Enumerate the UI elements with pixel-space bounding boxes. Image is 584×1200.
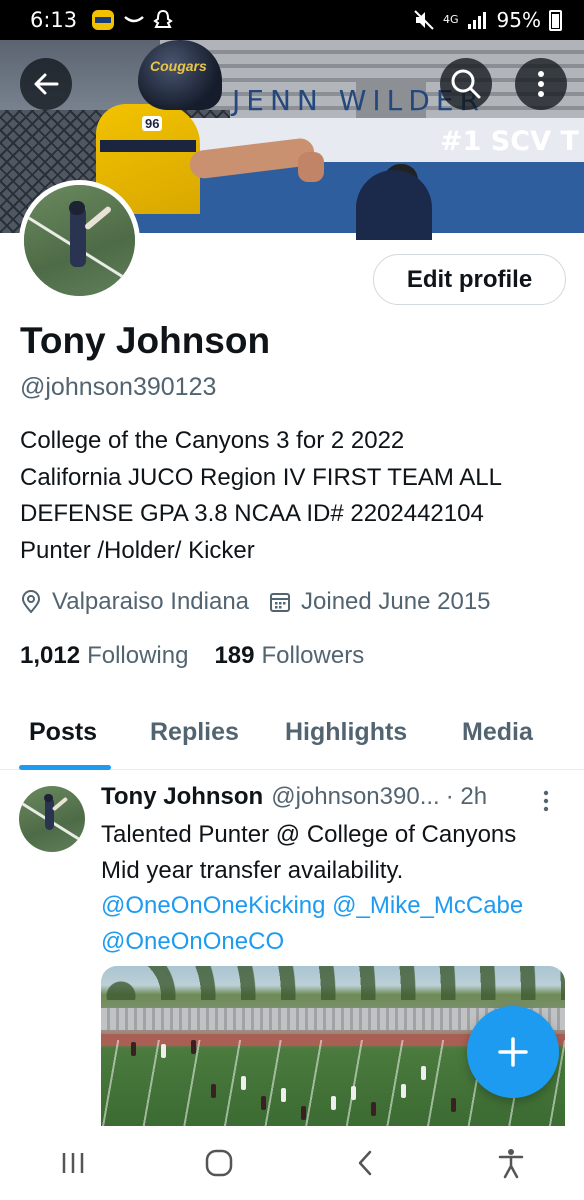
followers-count: 189 [214,642,255,669]
joined-text: Joined June 2015 [301,588,491,615]
more-vertical-icon [538,71,544,97]
amazon-icon [123,13,145,27]
follow-stats: 1,012 Following 189 Followers [20,642,364,670]
tweet-author-handle[interactable]: @johnson390... [271,783,439,811]
tweet-line-2: Mid year transfer availability. [101,856,404,884]
status-time: 6:13 [30,8,78,32]
profile-name: Tony Johnson [20,320,271,361]
chevron-left-icon [358,1150,372,1176]
system-back-button[interactable] [335,1133,395,1193]
more-vertical-icon [543,790,549,812]
accessibility-icon [498,1149,524,1179]
active-tab-indicator [19,765,111,770]
following-label: Following [87,642,189,669]
following-link[interactable]: 1,012 Following [20,642,188,670]
banner-helmet [138,40,222,110]
home-icon [205,1149,233,1177]
profile-tabs: Posts Replies Highlights Media [0,698,584,770]
recent-apps-button[interactable] [43,1133,103,1193]
tweet-more-button[interactable] [540,788,552,819]
profile-location: Valparaiso Indiana [20,588,249,616]
tab-posts[interactable]: Posts [29,718,97,747]
battery-percent: 95% [496,8,541,32]
more-options-button[interactable] [515,58,567,110]
following-count: 1,012 [20,642,81,669]
tab-media[interactable]: Media [462,718,533,747]
mention-link[interactable]: @OneOnOneCO [101,928,284,955]
jersey-number: 96 [142,116,163,131]
edit-profile-button[interactable]: Edit profile [373,254,566,305]
app-notification-icon [91,9,115,31]
tweet-text: Talented Punter @ College of Canyons Mid… [101,817,571,959]
recent-apps-icon [62,1153,84,1173]
mention-link[interactable]: @OneOnOneKicking [101,892,325,919]
tweet-header: Tony Johnson @johnson390... · 2h [101,783,487,811]
banner-sign-bottom: #1 SCV T [440,126,579,157]
tab-highlights[interactable]: Highlights [285,718,407,747]
back-button[interactable] [20,58,72,110]
signal-icon [467,10,489,30]
battery-icon [549,9,562,31]
accessibility-button[interactable] [481,1133,541,1193]
system-nav-bar [0,1126,584,1200]
mention-link[interactable]: @_Mike_McCabe [332,892,523,919]
profile-avatar[interactable] [19,180,140,301]
location-pin-icon [20,590,42,614]
status-bar: 6:13 4G 95% [0,0,584,40]
calendar-icon [269,591,291,613]
tweet-author-name[interactable]: Tony Johnson [101,783,263,811]
location-text: Valparaiso Indiana [52,588,250,615]
profile-joined: Joined June 2015 [269,588,491,616]
network-type-label: 4G [443,13,459,26]
profile-meta: Valparaiso Indiana Joined June 2015 [20,588,491,616]
arrow-left-icon [34,73,59,95]
search-icon [451,69,481,99]
search-button[interactable] [440,58,492,110]
plus-icon [498,1037,528,1067]
tweet-timestamp[interactable]: · 2h [446,783,487,811]
followers-link[interactable]: 189 Followers [214,642,364,670]
profile-bio: College of the Canyons 3 for 2 2022 Cali… [20,427,502,564]
snapchat-icon [153,9,173,31]
profile-handle: @johnson390123 [20,373,217,401]
mute-icon [413,9,435,31]
compose-button[interactable] [467,1006,559,1098]
tab-replies[interactable]: Replies [150,718,239,747]
helmet-logo-text: Cougars [150,58,207,74]
followers-label: Followers [261,642,365,669]
home-button[interactable] [189,1133,249,1193]
tweet-line-1: Talented Punter @ College of Canyons [101,821,517,848]
network-type-icon: 4G [443,13,459,26]
tweet-avatar[interactable] [19,786,85,852]
